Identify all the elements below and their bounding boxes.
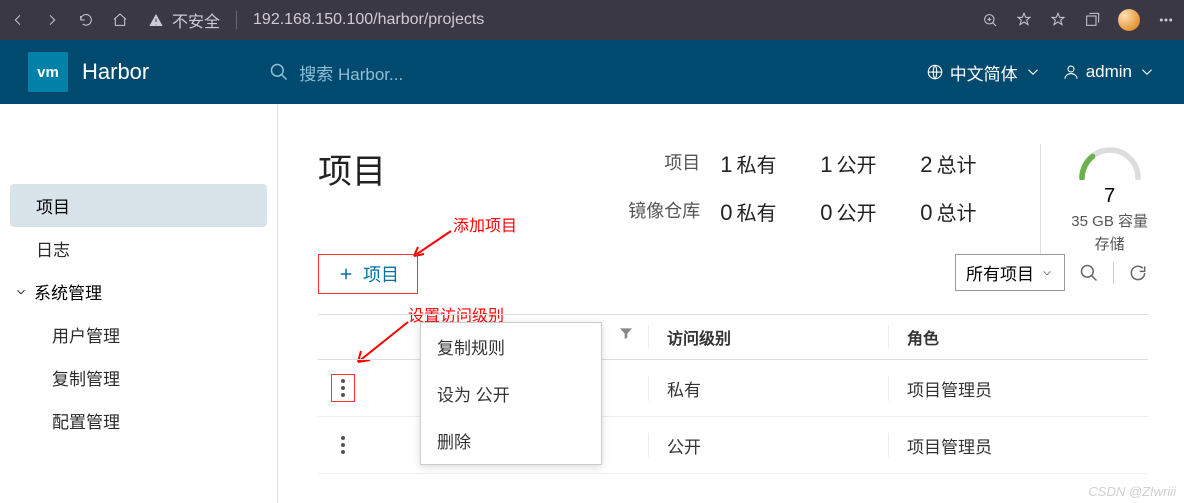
separator [1113, 262, 1114, 284]
refresh-icon[interactable] [1128, 263, 1148, 283]
cell-role: 项目管理员 [888, 433, 1148, 458]
favorites-icon[interactable] [1050, 12, 1066, 28]
sidebar: 项目 日志 系统管理 用户管理 复制管理 配置管理 [0, 104, 278, 503]
sidebar-item-config[interactable]: 配置管理 [0, 399, 277, 442]
col-access-level[interactable]: 访问级别 [648, 325, 888, 349]
gauge-icon [1075, 144, 1145, 180]
collections-icon[interactable] [1084, 12, 1100, 28]
user-menu[interactable]: admin [1062, 62, 1156, 82]
home-icon[interactable] [112, 12, 128, 28]
row-actions-button[interactable] [331, 374, 355, 402]
main-content: 项目 项目 1私有 1公开 2总计 镜像仓库 0私有 0公开 0总计 7 35 … [278, 104, 1184, 503]
cell-role: 项目管理员 [888, 376, 1148, 401]
separator [236, 11, 237, 29]
gauge-cap2: 存储 [1071, 233, 1148, 254]
product-name: Harbor [82, 59, 149, 85]
stat-row-project: 项目 [628, 144, 720, 182]
stat-proj-total: 2总计 [920, 149, 1020, 178]
app-header: vm Harbor 搜索 Harbor... 中文简体 admin [0, 40, 1184, 104]
annotation-add-project: 添加项目 [453, 212, 517, 236]
ctx-copy-rule[interactable]: 复制规则 [421, 323, 601, 370]
gauge-value: 7 [1071, 185, 1148, 208]
filter-icon[interactable] [618, 325, 634, 341]
profile-avatar[interactable] [1118, 9, 1140, 31]
insecure-label: 不安全 [172, 8, 220, 32]
globe-icon [926, 63, 944, 81]
reload-icon[interactable] [78, 12, 94, 28]
back-icon[interactable] [10, 12, 26, 28]
sidebar-item-users[interactable]: 用户管理 [0, 313, 277, 356]
sidebar-item-logs[interactable]: 日志 [0, 227, 277, 270]
new-project-button[interactable]: 项目 [318, 254, 418, 294]
insecure-icon [148, 12, 164, 28]
search-placeholder: 搜索 Harbor... [299, 60, 403, 85]
global-search[interactable]: 搜索 Harbor... [269, 60, 403, 85]
user-icon [1062, 63, 1080, 81]
stat-proj-private: 1私有 [720, 149, 820, 178]
project-filter-dropdown[interactable]: 所有项目 [955, 254, 1065, 291]
url-text[interactable]: 192.168.150.100/harbor/projects [253, 11, 484, 29]
sidebar-item-admin[interactable]: 系统管理 [0, 270, 277, 313]
more-icon[interactable] [1158, 12, 1174, 28]
cell-access: 公开 [648, 433, 888, 458]
language-label: 中文简体 [950, 60, 1018, 85]
search-icon[interactable] [1079, 263, 1099, 283]
sidebar-item-projects[interactable]: 项目 [10, 184, 267, 227]
search-icon [269, 62, 289, 82]
stat-repo-total: 0总计 [920, 197, 1020, 226]
chevron-down-icon [1040, 266, 1054, 280]
watermark: CSDN @ZIwriii [1088, 484, 1176, 499]
row-actions-button[interactable] [331, 431, 355, 459]
stat-repo-public: 0公开 [820, 197, 920, 226]
forward-icon[interactable] [44, 12, 60, 28]
language-switcher[interactable]: 中文简体 [926, 60, 1042, 85]
ctx-delete[interactable]: 删除 [421, 417, 601, 464]
chevron-down-icon [1024, 63, 1042, 81]
stat-row-repo: 镜像仓库 [628, 192, 720, 230]
stat-repo-private: 0私有 [720, 197, 820, 226]
ctx-set-public[interactable]: 设为 公开 [421, 370, 601, 417]
col-role[interactable]: 角色 [888, 325, 1148, 349]
stat-proj-public: 1公开 [820, 149, 920, 178]
zoom-icon[interactable] [982, 12, 998, 28]
chevron-down-icon [1138, 63, 1156, 81]
cell-access: 私有 [648, 376, 888, 401]
plus-icon [337, 265, 355, 283]
vmware-logo: vm [28, 52, 68, 92]
storage-gauge: 7 35 GB 容量 存储 [1040, 144, 1148, 254]
bookmark-icon[interactable] [1016, 12, 1032, 28]
sidebar-item-replication[interactable]: 复制管理 [0, 356, 277, 399]
filter-label: 所有项目 [966, 260, 1034, 285]
sidebar-admin-label: 系统管理 [34, 279, 102, 304]
row-context-menu: 复制规则 设为 公开 删除 [420, 322, 602, 465]
username-label: admin [1086, 62, 1132, 82]
browser-toolbar: 不安全 192.168.150.100/harbor/projects [0, 0, 1184, 40]
new-project-label: 项目 [363, 261, 399, 287]
chevron-down-icon [14, 285, 28, 299]
gauge-cap1: 35 GB 容量 [1071, 210, 1148, 231]
